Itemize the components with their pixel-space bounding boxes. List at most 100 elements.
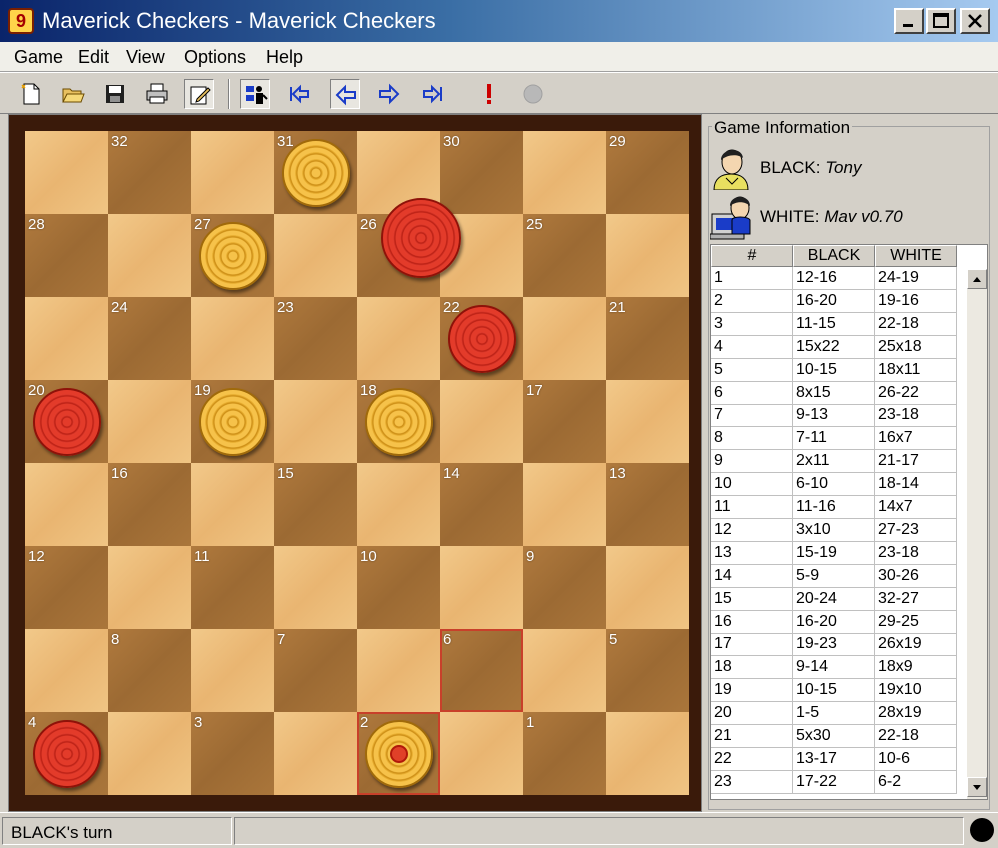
move-number-cell[interactable]: 1 — [711, 267, 793, 290]
move-number-cell[interactable]: 2 — [711, 289, 793, 313]
board-square-10[interactable]: 10 — [357, 546, 440, 629]
menu-help[interactable]: Help — [266, 47, 303, 68]
move-number-cell[interactable]: 3 — [711, 312, 793, 336]
board-square-14[interactable]: 14 — [440, 463, 523, 546]
board-square-7[interactable]: 7 — [274, 629, 357, 712]
hint-button[interactable] — [474, 79, 504, 109]
red-checker-piece[interactable] — [380, 197, 461, 278]
setup-button[interactable] — [240, 79, 270, 109]
white-move-cell[interactable]: 25x18 — [875, 335, 957, 359]
black-move-cell[interactable]: 16-20 — [793, 610, 875, 634]
red-checker-piece[interactable] — [32, 387, 101, 456]
white-move-cell[interactable]: 16x7 — [875, 427, 957, 451]
white-move-cell[interactable]: 19-16 — [875, 289, 957, 313]
white-move-cell[interactable]: 26-22 — [875, 381, 957, 405]
white-move-cell[interactable]: 10-6 — [875, 747, 957, 771]
black-move-cell[interactable]: 16-20 — [793, 289, 875, 313]
white-move-cell[interactable]: 18x9 — [875, 656, 957, 680]
black-move-cell[interactable]: 9-13 — [793, 404, 875, 428]
black-move-cell[interactable]: 5x30 — [793, 725, 875, 748]
move-number-cell[interactable]: 9 — [711, 450, 793, 474]
board-square-3[interactable]: 3 — [191, 712, 274, 795]
move-number-cell[interactable]: 17 — [711, 633, 793, 657]
board-square-9[interactable]: 9 — [523, 546, 606, 629]
col-header-black[interactable]: BLACK — [793, 245, 875, 267]
move-number-cell[interactable]: 8 — [711, 427, 793, 451]
scroll-down-button[interactable] — [967, 777, 987, 797]
menu-edit[interactable]: Edit — [78, 47, 109, 68]
checkers-board[interactable]: 32 31 30 29 28 27 26 25 24 23 22 21 20 19 18 17 16 15 14 13… — [25, 131, 689, 795]
white-move-cell[interactable]: 23-18 — [875, 541, 957, 565]
board-square-25[interactable]: 25 — [523, 214, 606, 297]
black-move-cell[interactable]: 1-5 — [793, 702, 875, 726]
open-button[interactable] — [58, 79, 88, 109]
black-move-cell[interactable]: 17-22 — [793, 770, 875, 794]
move-number-cell[interactable]: 16 — [711, 610, 793, 634]
white-move-cell[interactable]: 28x19 — [875, 702, 957, 726]
white-move-cell[interactable]: 18-14 — [875, 473, 957, 497]
white-move-cell[interactable]: 32-27 — [875, 587, 957, 611]
black-move-cell[interactable]: 6-10 — [793, 473, 875, 497]
board-square-8[interactable]: 8 — [108, 629, 191, 712]
close-button[interactable] — [960, 8, 990, 34]
print-button[interactable] — [142, 79, 172, 109]
board-square-1[interactable]: 1 — [523, 712, 606, 795]
moves-table[interactable]: # BLACK WHITE 1 12-16 24-19 2 16-20 19-16 3 11-… — [710, 244, 988, 800]
yellow-checker-piece[interactable] — [198, 387, 267, 456]
black-move-cell[interactable]: 11-16 — [793, 496, 875, 519]
yellow-checker-piece[interactable] — [364, 387, 433, 456]
board-square-15[interactable]: 15 — [274, 463, 357, 546]
black-move-cell[interactable]: 15-19 — [793, 541, 875, 565]
board-square-30[interactable]: 30 — [440, 131, 523, 214]
black-move-cell[interactable]: 9-14 — [793, 656, 875, 680]
board-square-16[interactable]: 16 — [108, 463, 191, 546]
move-number-cell[interactable]: 12 — [711, 518, 793, 542]
black-move-cell[interactable]: 2x11 — [793, 450, 875, 474]
move-number-cell[interactable]: 4 — [711, 335, 793, 359]
title-bar[interactable]: 9 Maverick Checkers - Maverick Checkers — [0, 0, 998, 42]
black-move-cell[interactable]: 12-16 — [793, 267, 875, 290]
move-number-cell[interactable]: 11 — [711, 496, 793, 519]
col-header-number[interactable]: # — [711, 245, 793, 267]
white-move-cell[interactable]: 26x19 — [875, 633, 957, 657]
move-number-cell[interactable]: 10 — [711, 473, 793, 497]
board-square-11[interactable]: 11 — [191, 546, 274, 629]
back-move-button[interactable] — [330, 79, 360, 109]
board-square-6[interactable]: 6 — [440, 629, 523, 712]
stop-button[interactable] — [518, 79, 548, 109]
white-move-cell[interactable]: 22-18 — [875, 725, 957, 748]
red-checker-piece[interactable] — [32, 719, 101, 788]
maximize-button[interactable] — [926, 8, 956, 34]
black-move-cell[interactable]: 11-15 — [793, 312, 875, 336]
scroll-up-button[interactable] — [967, 269, 987, 289]
moves-scrollbar[interactable] — [967, 269, 987, 799]
edit-mode-button[interactable] — [184, 79, 214, 109]
move-number-cell[interactable]: 21 — [711, 725, 793, 748]
move-number-cell[interactable]: 14 — [711, 564, 793, 588]
white-move-cell[interactable]: 19x10 — [875, 679, 957, 703]
board-square-28[interactable]: 28 — [25, 214, 108, 297]
minimize-button[interactable] — [894, 8, 924, 34]
first-move-button[interactable] — [284, 79, 314, 109]
white-move-cell[interactable]: 18x11 — [875, 358, 957, 382]
board-square-23[interactable]: 23 — [274, 297, 357, 380]
new-game-button[interactable] — [16, 79, 46, 109]
white-move-cell[interactable]: 27-23 — [875, 518, 957, 542]
menu-game[interactable]: Game — [14, 47, 63, 68]
move-number-cell[interactable]: 19 — [711, 679, 793, 703]
black-move-cell[interactable]: 8x15 — [793, 381, 875, 405]
white-move-cell[interactable]: 24-19 — [875, 267, 957, 290]
yellow-checker-piece[interactable] — [198, 221, 267, 290]
menu-options[interactable]: Options — [184, 47, 246, 68]
move-number-cell[interactable]: 23 — [711, 770, 793, 794]
board-square-12[interactable]: 12 — [25, 546, 108, 629]
move-number-cell[interactable]: 7 — [711, 404, 793, 428]
black-move-cell[interactable]: 15x22 — [793, 335, 875, 359]
move-number-cell[interactable]: 6 — [711, 381, 793, 405]
col-header-white[interactable]: WHITE — [875, 245, 957, 267]
black-move-cell[interactable]: 10-15 — [793, 358, 875, 382]
board-square-21[interactable]: 21 — [606, 297, 689, 380]
black-move-cell[interactable]: 3x10 — [793, 518, 875, 542]
move-number-cell[interactable]: 20 — [711, 702, 793, 726]
yellow-checker-piece[interactable] — [281, 138, 350, 207]
